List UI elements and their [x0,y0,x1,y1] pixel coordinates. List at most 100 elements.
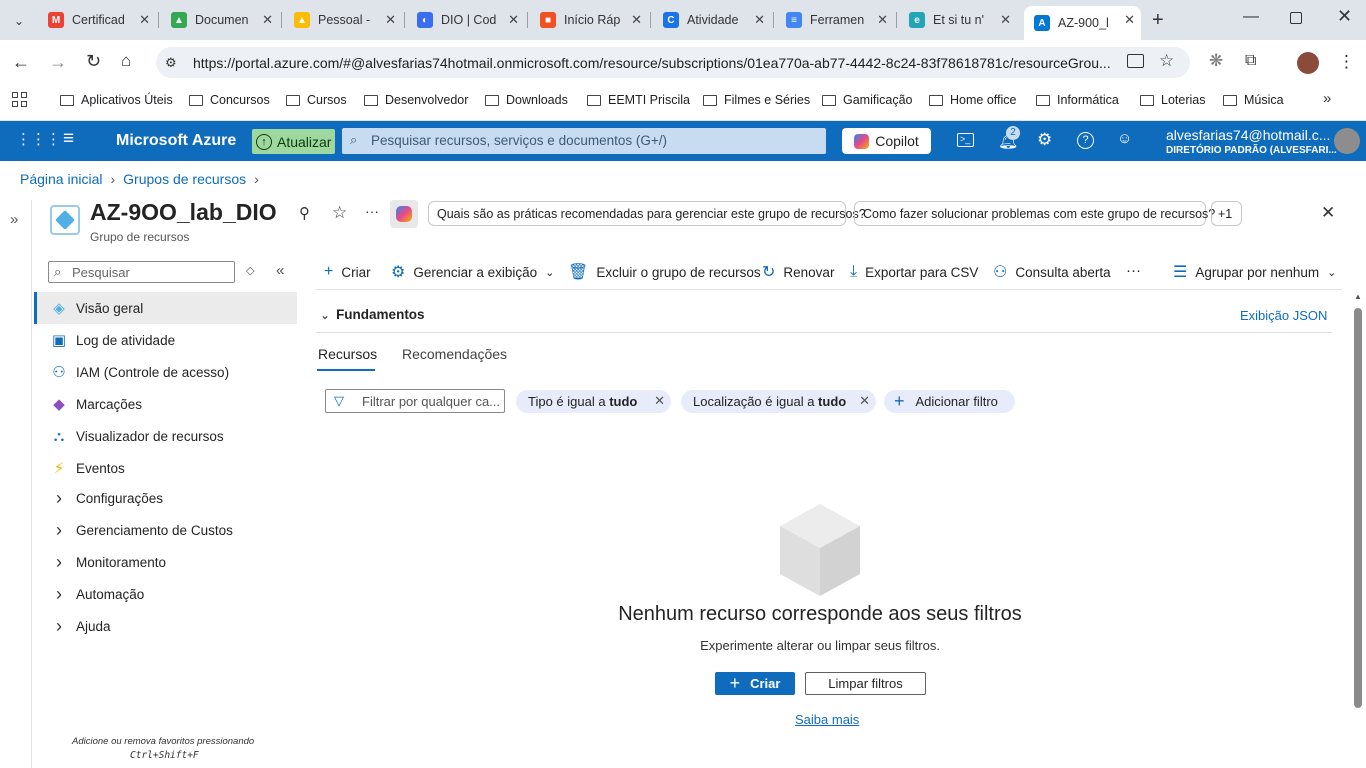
tab-recommendations[interactable]: Recomendações [402,346,507,362]
bookmark-folder[interactable]: EEMTI Priscila [587,91,690,109]
close-window-icon[interactable]: ✕ [1337,6,1352,27]
close-blade-icon[interactable]: ✕ [1321,203,1335,223]
filter-input[interactable]: ▽ Filtrar por qualquer ca... [325,389,505,413]
browser-menu-icon[interactable]: ⋮ [1338,52,1355,72]
close-icon[interactable]: ✕ [654,393,665,409]
close-tab-icon[interactable]: ✕ [385,12,396,28]
sidebar-item[interactable]: › Gerenciamento de Custos [34,514,297,546]
browser-tab[interactable]: ◐ DIO | Cod ✕ [407,6,525,34]
suggestion-chip-troubleshoot[interactable]: Como fazer solucionar problemas com este… [854,201,1215,226]
site-info-icon[interactable]: ⚙ [165,55,177,71]
add-filter-button[interactable]: + Adicionar filtro [884,390,1015,413]
expand-sidebar-icon[interactable]: » [10,211,18,228]
close-tab-icon[interactable]: ✕ [754,12,765,28]
delete-group-command[interactable]: 🗑︎ Excluir o grupo de recursos [568,262,761,282]
export-csv-command[interactable]: ⤓ Exportar para CSV [850,262,978,282]
tab-search-icon[interactable]: ⌄ [8,10,30,32]
tab-resources[interactable]: Recursos [318,346,377,362]
learn-more-link[interactable]: Saiba mais [795,712,859,727]
account-email[interactable]: alvesfarias74@hotmail.c... [1166,127,1330,143]
profile-avatar[interactable] [1297,52,1319,74]
extension-icon[interactable]: ❋ [1209,51,1223,71]
new-tab-icon[interactable]: + [1152,9,1164,32]
bookmark-folder[interactable]: Home office [929,91,1016,109]
back-icon[interactable]: ← [12,52,30,73]
copilot-button[interactable]: Copilot [842,128,931,154]
more-bookmarks-icon[interactable]: » [1323,90,1331,107]
close-tab-icon[interactable]: ✕ [877,12,888,28]
sidebar-search-input[interactable]: ⌕ Pesquisar [48,261,235,283]
browser-tab[interactable]: ■ Início Ráp ✕ [530,6,648,34]
apps-grid-icon[interactable] [12,92,27,107]
location-filter-pill[interactable]: Localização é igual a tudo ✕ [681,390,876,413]
feedback-icon[interactable]: ☺ [1117,130,1132,147]
close-tab-icon[interactable]: ✕ [139,12,150,28]
close-tab-icon[interactable]: ✕ [631,12,642,28]
group-by-command[interactable]: ☰ Agrupar por nenhum ⌄ [1173,262,1336,282]
bookmark-folder[interactable]: Música [1223,91,1284,109]
settings-gear-icon[interactable]: ⚙ [1037,130,1052,150]
hamburger-menu-icon[interactable]: ≡ [63,128,74,150]
waffle-icon[interactable]: ⋮⋮⋮ [16,130,61,148]
sidebar-item[interactable]: ◆ Marcações [34,388,297,420]
sidebar-item[interactable]: ⛬ Visualizador de recursos [34,420,297,452]
bookmark-folder[interactable]: Cursos [286,91,347,109]
sidebar-item[interactable]: ⚇ IAM (Controle de acesso) [34,356,297,388]
vertical-scrollbar[interactable] [1354,308,1362,708]
pin-icon[interactable]: ⚲ [299,204,310,222]
sidebar-item[interactable]: ◈ Visão geral [34,292,297,324]
empty-create-button[interactable]: + Criar [715,672,795,695]
bookmark-folder[interactable]: Loterias [1140,91,1205,109]
bookmark-folder[interactable]: Downloads [485,91,568,109]
browser-tab[interactable]: ▲ Pessoal - ✕ [284,6,402,34]
sidebar-item[interactable]: ▣ Log de atividade [34,324,297,356]
forward-icon[interactable]: → [49,52,67,73]
sidebar-item[interactable]: › Configurações [34,482,297,514]
scrollbar-up-icon[interactable]: ▲ [1354,292,1362,301]
reload-icon[interactable]: ↻ [86,51,101,72]
sidebar-item[interactable]: › Ajuda [34,610,297,642]
collapse-sidebar-icon[interactable]: « [276,262,284,279]
manage-view-command[interactable]: ⚙ Gerenciar a exibição ⌄ [391,262,554,282]
home-icon[interactable]: ⌂ [121,51,131,71]
help-icon[interactable]: ? [1077,132,1094,149]
refresh-command[interactable]: ↻ Renovar [762,262,834,282]
restore-icon[interactable] [1290,12,1302,24]
browser-tab[interactable]: C Atividade ✕ [653,6,771,34]
type-filter-pill[interactable]: Tipo é igual a tudo ✕ [516,390,671,413]
close-tab-icon[interactable]: ✕ [1124,12,1135,28]
cloud-shell-icon[interactable]: >_ [957,133,974,147]
suggestion-chip-best-practices[interactable]: Quais são as práticas recomendadas para … [428,201,866,226]
breadcrumb-home-link[interactable]: Página inicial [20,171,103,187]
open-query-command[interactable]: ⚇ Consulta aberta [993,262,1111,282]
sidebar-item[interactable]: › Monitoramento [34,546,297,578]
browser-tab[interactable]: A AZ-900_l ✕ [1024,6,1141,40]
browser-tab[interactable]: M Certificad ✕ [38,6,156,34]
browser-tab[interactable]: e Et si tu n' ✕ [899,6,1017,34]
bookmark-star-icon[interactable]: ☆ [1159,51,1174,71]
essentials-toggle[interactable]: ⌄ Fundamentos [320,307,425,322]
json-view-link[interactable]: Exibição JSON [1240,308,1327,323]
favorite-star-icon[interactable]: ☆ [332,203,347,223]
sidebar-item[interactable]: › Automação [34,578,297,610]
copilot-suggestion-icon[interactable] [390,200,418,228]
bookmark-folder[interactable]: Aplicativos Úteis [60,91,173,109]
global-search-input[interactable]: ⌕ Pesquisar recursos, serviços e documen… [342,128,826,154]
bookmark-folder[interactable]: Informática [1036,91,1119,109]
browser-tab[interactable]: ≡ Ferramen ✕ [776,6,894,34]
more-suggestions-chip[interactable]: +1 [1211,201,1242,226]
more-actions-icon[interactable]: ··· [365,203,379,219]
browser-tab[interactable]: ▲ Documen ✕ [161,6,279,34]
create-command[interactable]: + Criar [324,262,371,282]
close-tab-icon[interactable]: ✕ [508,12,519,28]
clear-filters-button[interactable]: Limpar filtros [805,672,926,695]
close-icon[interactable]: ✕ [859,393,870,409]
extensions-puzzle-icon[interactable]: ⧉ [1245,52,1256,70]
bookmark-folder[interactable]: Concursos [189,91,270,109]
more-commands-icon[interactable]: ··· [1126,260,1141,280]
bookmark-folder[interactable]: Filmes e Séries [703,91,810,109]
sidebar-item[interactable]: ⚡︎ Eventos [34,452,297,484]
bookmark-folder[interactable]: Desenvolvedor [364,91,468,109]
update-button[interactable]: ↑ Atualizar [252,129,335,154]
install-app-icon[interactable] [1127,54,1144,68]
